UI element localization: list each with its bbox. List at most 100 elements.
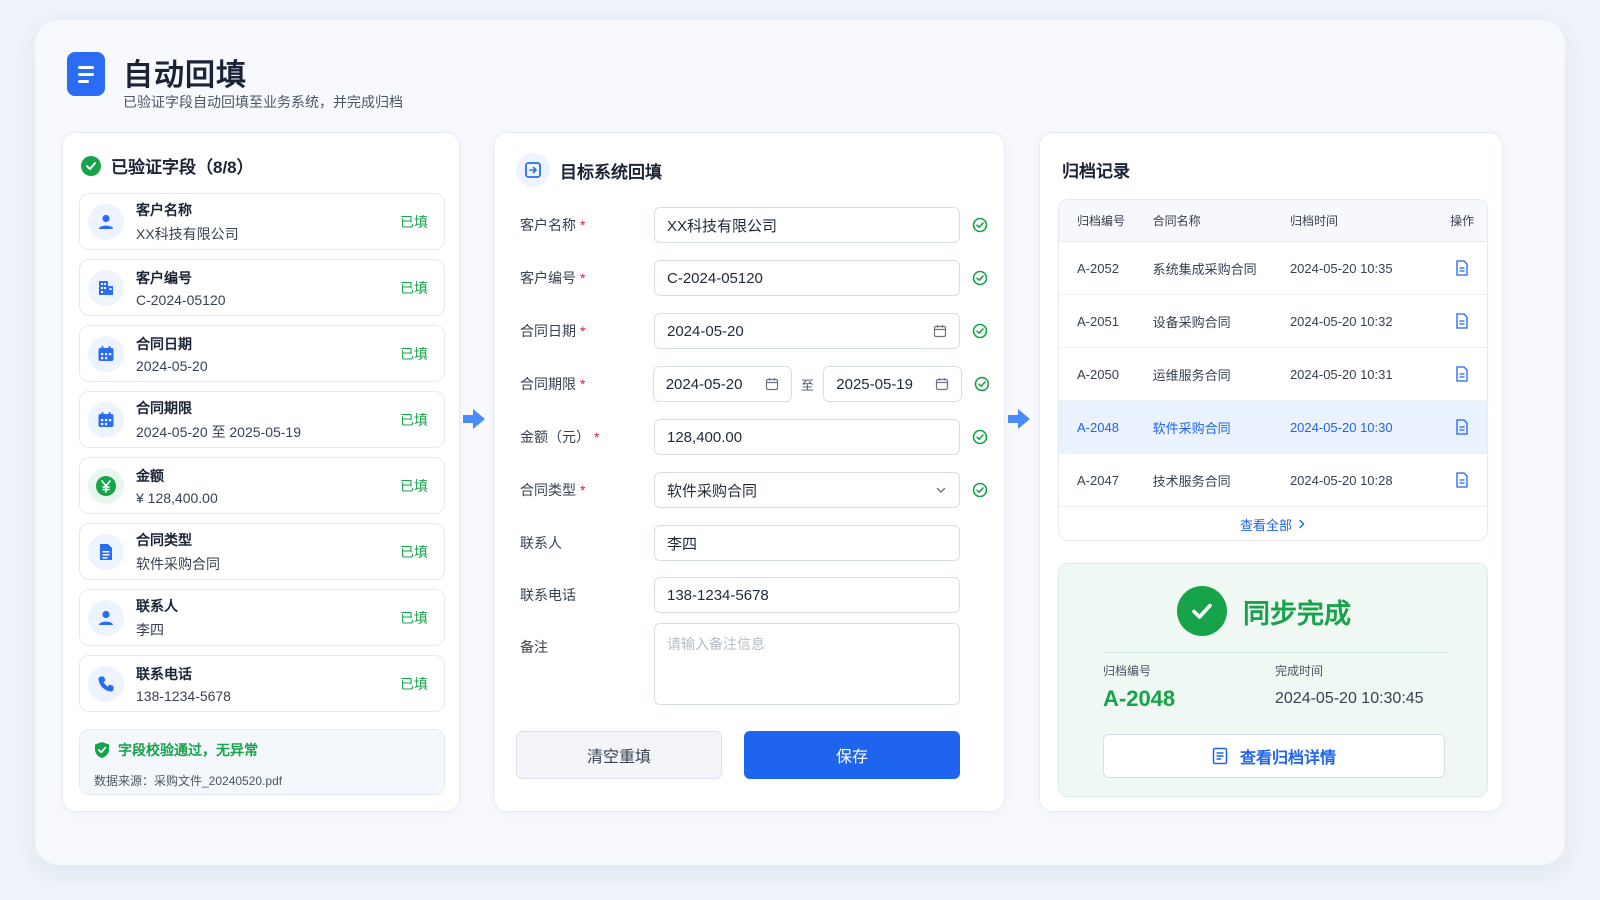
table-row[interactable]: A-2047 技术服务合同 2024-05-20 10:28 bbox=[1059, 454, 1487, 507]
field-status-badge: 已填 bbox=[400, 279, 428, 296]
archive-time: 2024-05-20 10:30 bbox=[1289, 419, 1393, 435]
building-icon bbox=[88, 269, 124, 306]
check-circle-icon bbox=[974, 376, 990, 392]
table-row[interactable]: A-2050 运维服务合同 2024-05-20 10:31 bbox=[1059, 348, 1487, 401]
form-label: 备注 bbox=[520, 639, 548, 655]
form-label: 联系电话 bbox=[520, 587, 576, 603]
save-button[interactable]: 保存 bbox=[744, 731, 960, 779]
field-label: 联系人 bbox=[136, 597, 178, 614]
archive-id: A-2052 bbox=[1077, 260, 1119, 276]
remark-textarea[interactable]: 请输入备注信息 bbox=[654, 623, 960, 705]
check-circle-icon bbox=[1177, 586, 1227, 636]
view-archive-detail-button[interactable]: 查看归档详情 bbox=[1103, 734, 1445, 778]
archive-time: 2024-05-20 10:32 bbox=[1289, 313, 1393, 329]
page-title: 自动回填 bbox=[123, 59, 247, 92]
field-value: 软件采购合同 bbox=[136, 555, 220, 572]
chevron-right-icon bbox=[1299, 519, 1305, 529]
field-label: 联系电话 bbox=[136, 665, 192, 682]
field-card-phone[interactable]: 联系电话 138-1234-5678 已填 bbox=[79, 655, 445, 712]
field-card-contract-type[interactable]: 合同类型 软件采购合同 已填 bbox=[79, 523, 445, 580]
form-row-amount: 金额（元） * 128,400.00 bbox=[520, 419, 990, 455]
term-start-date-picker[interactable]: 2024-05-20 bbox=[652, 366, 792, 402]
field-value: C-2024-05120 bbox=[136, 291, 226, 308]
verification-status-text: 字段校验通过，无异常 bbox=[118, 742, 258, 758]
field-card-contract-date[interactable]: 合同日期 2024-05-20 已填 bbox=[79, 325, 445, 382]
form-label: 合同类型 bbox=[520, 482, 576, 498]
verified-fields-panel: 已验证字段（8/8） 客户名称 XX科技有限公司 已填 客户编号 C-2024-… bbox=[62, 132, 460, 812]
column-header: 合同名称 bbox=[1152, 214, 1201, 228]
archive-id: A-2050 bbox=[1077, 366, 1119, 382]
table-row-selected[interactable]: A-2048 软件采购合同 2024-05-20 10:30 bbox=[1059, 401, 1487, 454]
required-mark: * bbox=[580, 376, 586, 392]
sync-complete-card: 同步完成 归档编号 完成时间 A-2048 2024-05-20 10:30:4… bbox=[1058, 563, 1488, 797]
column-header: 归档编号 bbox=[1077, 214, 1126, 228]
calendar-icon[interactable] bbox=[935, 377, 949, 391]
field-value: 2024-05-20 bbox=[136, 357, 208, 374]
field-status-badge: 已填 bbox=[400, 543, 428, 560]
field-label: 客户编号 bbox=[136, 269, 192, 286]
field-status-badge: 已填 bbox=[400, 411, 428, 428]
document-logo-icon bbox=[67, 52, 105, 96]
table-header: 归档编号 合同名称 归档时间 操作 bbox=[1059, 200, 1487, 242]
clear-button[interactable]: 清空重填 bbox=[516, 731, 722, 779]
calendar-icon[interactable] bbox=[765, 377, 779, 391]
field-value: 2024-05-20 至 2025-05-19 bbox=[136, 423, 302, 440]
file-icon[interactable] bbox=[1455, 419, 1469, 435]
customer-id-input[interactable]: C-2024-05120 bbox=[654, 260, 960, 296]
form-title: 目标系统回填 bbox=[560, 162, 662, 182]
required-mark: * bbox=[580, 482, 586, 498]
phone-input[interactable]: 138-1234-5678 bbox=[654, 577, 960, 613]
check-circle-icon bbox=[972, 323, 988, 339]
customer-name-input[interactable]: XX科技有限公司 bbox=[654, 207, 960, 243]
field-value: 李四 bbox=[136, 621, 164, 638]
contract-name: 软件采购合同 bbox=[1152, 420, 1231, 436]
field-card-customer-name[interactable]: 客户名称 XX科技有限公司 已填 bbox=[79, 193, 445, 250]
amount-input[interactable]: 128,400.00 bbox=[654, 419, 960, 455]
file-icon[interactable] bbox=[1455, 472, 1469, 488]
calendar-icon[interactable] bbox=[933, 324, 947, 338]
document-icon bbox=[88, 533, 124, 570]
verification-summary: 字段校验通过，无异常 数据来源：采购文件_20240520.pdf bbox=[79, 729, 445, 795]
table-row[interactable]: A-2051 设备采购合同 2024-05-20 10:32 bbox=[1059, 295, 1487, 348]
date-range-separator: 至 bbox=[800, 377, 814, 393]
field-label: 客户名称 bbox=[136, 201, 192, 218]
column-header: 归档时间 bbox=[1289, 214, 1338, 228]
calendar-icon bbox=[88, 335, 124, 372]
field-status-badge: 已填 bbox=[400, 675, 428, 692]
contact-input[interactable]: 李四 bbox=[654, 525, 960, 561]
verified-fields-title: 已验证字段（8/8） bbox=[111, 158, 254, 177]
field-card-contact[interactable]: 联系人 李四 已填 bbox=[79, 589, 445, 646]
check-circle-icon bbox=[972, 429, 988, 445]
file-icon[interactable] bbox=[1455, 260, 1469, 276]
phone-icon bbox=[88, 665, 124, 702]
user-icon bbox=[88, 599, 124, 636]
field-status-badge: 已填 bbox=[400, 609, 428, 626]
document-list-icon bbox=[1212, 747, 1228, 765]
required-mark: * bbox=[580, 323, 586, 339]
contract-date-picker[interactable]: 2024-05-20 bbox=[654, 313, 960, 349]
view-all-link[interactable]: 查看全部 bbox=[1059, 507, 1487, 540]
shield-check-icon bbox=[95, 742, 109, 758]
sync-title: 同步完成 bbox=[1243, 598, 1351, 629]
contract-name: 系统集成采购合同 bbox=[1152, 261, 1257, 277]
arrow-right-icon bbox=[463, 409, 485, 429]
required-mark: * bbox=[580, 270, 586, 286]
file-icon[interactable] bbox=[1455, 313, 1469, 329]
file-icon[interactable] bbox=[1455, 366, 1469, 382]
field-card-amount[interactable]: 金额 ¥ 128,400.00 已填 bbox=[79, 457, 445, 514]
archive-id: A-2051 bbox=[1077, 313, 1119, 329]
term-end-date-picker[interactable]: 2025-05-19 bbox=[823, 366, 963, 402]
divider bbox=[1103, 652, 1449, 653]
field-card-customer-id[interactable]: 客户编号 C-2024-05120 已填 bbox=[79, 259, 445, 316]
table-row[interactable]: A-2052 系统集成采购合同 2024-05-20 10:35 bbox=[1059, 242, 1487, 295]
check-circle-icon bbox=[972, 270, 988, 286]
field-value: 138-1234-5678 bbox=[136, 687, 231, 704]
completion-time-value: 2024-05-20 10:30:45 bbox=[1275, 690, 1424, 707]
form-row-contract-type: 合同类型 * 软件采购合同 bbox=[520, 472, 990, 508]
field-card-contract-term[interactable]: 合同期限 2024-05-20 至 2025-05-19 已填 bbox=[79, 391, 445, 448]
contract-type-select[interactable]: 软件采购合同 bbox=[654, 472, 960, 508]
field-status-badge: 已填 bbox=[400, 213, 428, 230]
form-label: 金额（元） bbox=[520, 429, 590, 445]
archive-id: A-2047 bbox=[1077, 472, 1119, 488]
form-label: 联系人 bbox=[520, 535, 562, 551]
